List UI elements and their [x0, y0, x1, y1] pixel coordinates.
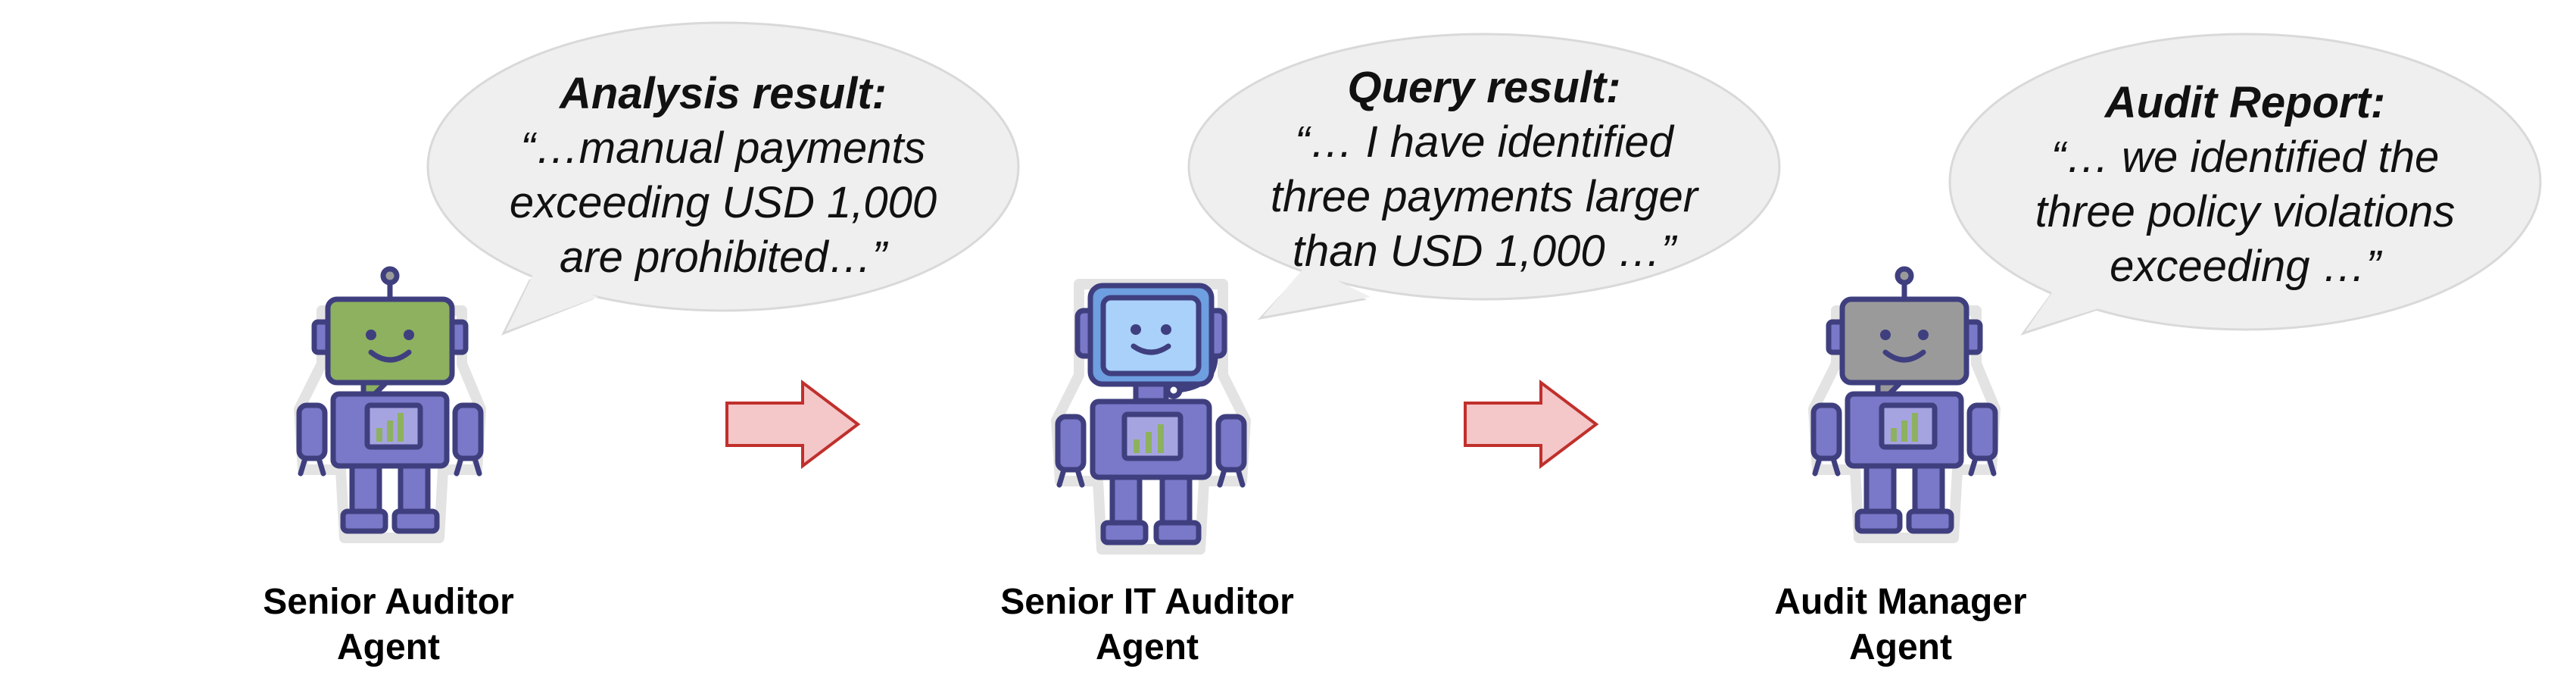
gray-robot-icon — [1808, 266, 2001, 543]
bubble-line: “… I have identified — [1295, 117, 1673, 167]
agent-label-audit-manager: Audit Manager Agent — [1749, 580, 2052, 670]
bubble-text-3: Audit Report: “… we identified the three… — [1980, 76, 2510, 294]
agent-label-line: Agent — [337, 627, 440, 667]
bubble-text-1: Analysis result: “…manual payments excee… — [454, 67, 992, 285]
bubble-line: “…manual payments — [520, 123, 926, 173]
bubble-line: “… we identified the — [2051, 133, 2440, 182]
agent-label-senior-auditor: Senior Auditor Agent — [237, 580, 540, 670]
right-arrow-icon — [725, 379, 861, 470]
bubble-title-1: Analysis result: — [560, 69, 887, 118]
bubble-line: than USD 1,000 …” — [1292, 227, 1676, 276]
bubble-line: three payments larger — [1270, 172, 1698, 221]
right-arrow-icon — [1464, 379, 1599, 470]
blue-headset-robot-icon — [1051, 279, 1251, 555]
agent-label-line: Senior Auditor — [263, 582, 514, 622]
green-robot-icon — [294, 266, 486, 543]
bubble-text-2: Query result: “… I have identified three… — [1219, 61, 1749, 279]
bubble-title-3: Audit Report: — [2104, 78, 2386, 127]
agent-label-senior-it-auditor: Senior IT Auditor Agent — [973, 580, 1321, 670]
bubble-title-2: Query result: — [1347, 63, 1621, 112]
bubble-line: exceeding …” — [2110, 242, 2381, 291]
agent-label-line: Agent — [1849, 627, 1952, 667]
agent-label-line: Audit Manager — [1774, 582, 2027, 622]
bubble-line: three policy violations — [2035, 187, 2456, 236]
agent-label-line: Senior IT Auditor — [1000, 582, 1294, 622]
bubble-line: are prohibited…” — [560, 233, 887, 282]
agent-label-line: Agent — [1096, 627, 1199, 667]
bubble-line: exceeding USD 1,000 — [509, 178, 937, 227]
